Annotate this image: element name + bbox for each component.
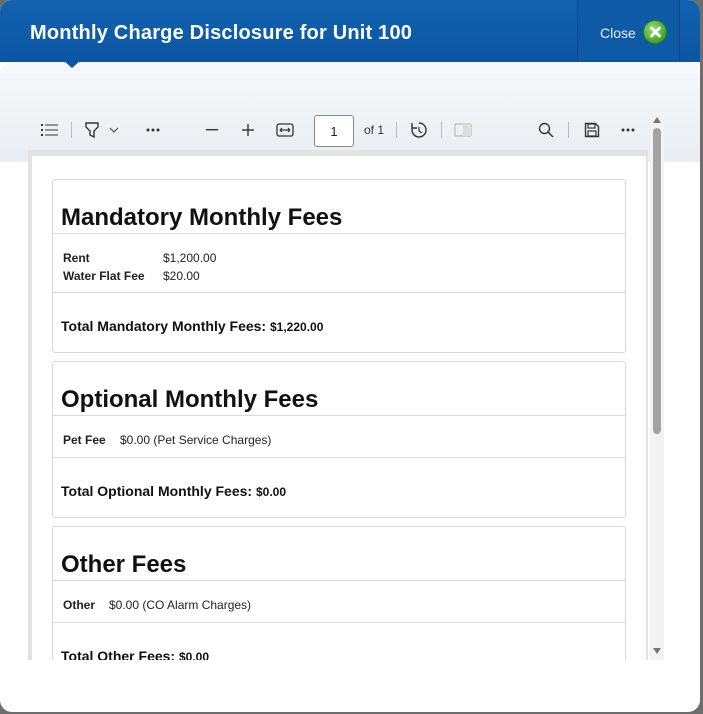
more-options-icon[interactable] [615, 112, 641, 148]
pdf-viewer[interactable]: Mandatory Monthly Fees Rent $1,200.00 Wa… [28, 150, 648, 660]
fee-row: Water Flat Fee [63, 269, 145, 283]
modal-header: Monthly Charge Disclosure for Unit 100 C… [0, 0, 700, 62]
toolbar-divider [396, 122, 397, 138]
toolbar-divider [441, 122, 442, 138]
fee-value: $1,200.00 [163, 251, 217, 265]
vertical-scrollbar[interactable] [650, 112, 664, 660]
total-value: $0.00 [178, 650, 210, 660]
zoom-out-icon[interactable] [200, 112, 224, 148]
total-label: Total Other Fees: [61, 648, 176, 660]
scroll-down-arrow-icon[interactable] [653, 648, 661, 654]
total-row: Total Mandatory Monthly Fees: $1,220.00 [61, 318, 323, 334]
fee-value: $20.00 [163, 269, 200, 283]
close-icon[interactable] [643, 20, 667, 44]
total-label: Total Mandatory Monthly Fees: [61, 318, 267, 334]
total-row: Total Optional Monthly Fees: $0.00 [61, 483, 286, 499]
section-heading: Other Fees [61, 551, 187, 578]
fee-row: Other [63, 598, 95, 612]
fee-label: Water Flat Fee [63, 269, 145, 283]
fit-width-icon[interactable] [272, 112, 298, 148]
pdf-page: Mandatory Monthly Fees Rent $1,200.00 Wa… [32, 156, 646, 660]
rotate-icon[interactable] [406, 112, 432, 148]
modal-title: Monthly Charge Disclosure for Unit 100 [30, 22, 413, 44]
fee-row: Rent [63, 251, 90, 265]
fee-value: $0.00 (CO Alarm Charges) [109, 598, 252, 612]
page-total: of 1 [363, 123, 384, 137]
divider [53, 622, 625, 623]
scrollbar-thumb[interactable] [653, 128, 661, 434]
zoom-in-icon[interactable] [236, 112, 260, 148]
fee-label: Pet Fee [63, 433, 106, 447]
fee-row: Pet Fee [63, 433, 106, 447]
two-page-view-icon [450, 112, 476, 148]
other-fees-section: Other Fees Other $0.00 (CO Alarm Charges… [52, 526, 626, 660]
fee-label: Other [63, 598, 96, 612]
optional-fees-section: Optional Monthly Fees Pet Fee $0.00 (Pet… [52, 361, 626, 518]
divider [53, 292, 625, 293]
save-icon[interactable] [580, 112, 604, 148]
page-number-input[interactable]: 1 [314, 115, 354, 147]
divider [53, 233, 625, 234]
highlight-icon[interactable] [80, 112, 104, 148]
search-icon[interactable] [534, 112, 558, 148]
table-of-contents-icon[interactable] [36, 112, 64, 148]
close-label: Close [600, 25, 636, 41]
chevron-down-icon[interactable] [106, 112, 122, 148]
header-pointer [63, 60, 81, 68]
pdf-toolbar: 1 of 1 [28, 112, 648, 150]
scroll-up-arrow-icon[interactable] [653, 117, 661, 123]
divider [53, 415, 625, 416]
close-button[interactable]: Close [577, 0, 680, 60]
section-heading: Mandatory Monthly Fees [61, 204, 343, 231]
fee-value: $0.00 (Pet Service Charges) [120, 433, 272, 447]
total-value: $0.00 [255, 485, 286, 499]
total-label: Total Optional Monthly Fees: [61, 483, 253, 499]
divider [53, 457, 625, 458]
toolbar-divider [71, 122, 72, 138]
fee-label: Rent [63, 251, 90, 265]
total-value: $1,220.00 [269, 320, 324, 334]
toolbar-divider [568, 122, 569, 138]
section-heading: Optional Monthly Fees [61, 386, 319, 413]
more-options-icon[interactable] [140, 112, 166, 148]
mandatory-fees-section: Mandatory Monthly Fees Rent $1,200.00 Wa… [52, 179, 626, 353]
total-row: Total Other Fees: $0.00 [61, 648, 209, 660]
divider [53, 580, 625, 581]
charge-disclosure-modal: Monthly Charge Disclosure for Unit 100 C… [0, 0, 700, 712]
